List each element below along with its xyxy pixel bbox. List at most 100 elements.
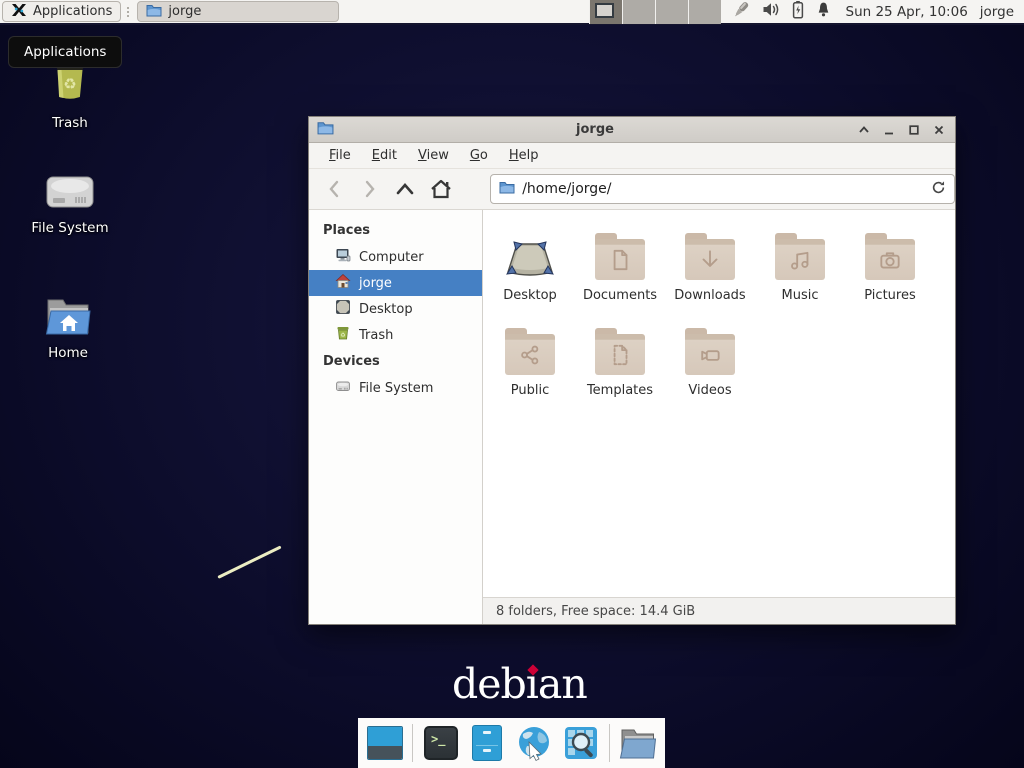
file-item-desktop[interactable]: Desktop <box>485 222 575 303</box>
workspace-window-preview <box>595 3 614 18</box>
sidebar-item-label: Desktop <box>359 302 413 317</box>
file-cabinet-icon[interactable] <box>469 724 506 762</box>
applications-menu-button[interactable]: Applications <box>2 1 121 22</box>
file-item-templates[interactable]: Templates <box>575 317 665 398</box>
desktop-icon-home[interactable]: Home <box>20 296 116 361</box>
maximize-button[interactable] <box>906 122 922 138</box>
sidebar-header-places: Places <box>309 217 482 244</box>
workspace-1[interactable] <box>589 0 622 24</box>
home-button[interactable] <box>426 175 456 203</box>
menu-go[interactable]: Go <box>464 145 494 166</box>
sidebar-item-file-system[interactable]: File System <box>309 375 482 401</box>
shade-button[interactable] <box>856 122 872 138</box>
terminal-icon[interactable]: >_ <box>422 724 459 762</box>
menu-bar: File Edit View Go Help <box>309 143 955 169</box>
show-desktop-icon[interactable] <box>366 724 403 762</box>
workspace-4[interactable] <box>688 0 721 24</box>
sidebar-item-trash[interactable]: ♻ Trash <box>309 322 482 348</box>
app-finder-icon[interactable] <box>562 724 600 762</box>
bottom-dock: >_ <box>358 718 665 768</box>
menu-view[interactable]: View <box>412 145 455 166</box>
sidebar-item-computer[interactable]: Computer <box>309 244 482 270</box>
templates-folder-icon <box>595 317 645 375</box>
path-bar[interactable]: /home/jorge/ <box>490 174 955 204</box>
back-button[interactable] <box>319 175 349 203</box>
panel-drag-handle[interactable] <box>125 3 131 21</box>
toolbar: /home/jorge/ <box>309 169 955 210</box>
panel-user-label[interactable]: jorge <box>974 4 1024 20</box>
path-input[interactable]: /home/jorge/ <box>522 181 924 197</box>
downloads-folder-icon <box>685 222 735 280</box>
menu-edit[interactable]: Edit <box>366 145 403 166</box>
panel-clock[interactable]: Sun 25 Apr, 10:06 <box>840 4 974 20</box>
sidebar-item-label: jorge <box>359 276 392 291</box>
desktop-icon-trash[interactable]: ♻ Trash <box>22 58 118 131</box>
file-item-label: Music <box>782 288 819 303</box>
sidebar-header-devices: Devices <box>309 348 482 375</box>
status-bar: 8 folders, Free space: 14.4 GiB <box>483 597 955 624</box>
debian-logo-text: deb <box>452 660 526 708</box>
file-item-documents[interactable]: Documents <box>575 222 665 303</box>
workspace-2[interactable] <box>622 0 655 24</box>
desktop-icon-label: Home <box>48 345 88 361</box>
taskbar-window-button[interactable]: jorge <box>137 1 339 22</box>
svg-text:♻: ♻ <box>63 75 76 93</box>
window-titlebar[interactable]: jorge <box>309 117 955 143</box>
menu-file[interactable]: File <box>323 145 357 166</box>
file-item-label: Videos <box>688 383 731 398</box>
sidebar-item-desktop[interactable]: Desktop <box>309 296 482 322</box>
file-item-label: Desktop <box>503 288 557 303</box>
menu-help[interactable]: Help <box>503 145 545 166</box>
music-folder-icon <box>775 222 825 280</box>
file-item-videos[interactable]: Videos <box>665 317 755 398</box>
system-tray <box>721 0 840 24</box>
pictures-folder-icon <box>865 222 915 280</box>
stylus-icon[interactable] <box>731 0 752 24</box>
top-panel: Applications jorge <box>0 0 1024 25</box>
dock-separator <box>412 724 413 762</box>
desktop-icon-file-system[interactable]: File System <box>22 174 118 236</box>
svg-text:♻: ♻ <box>340 332 345 339</box>
file-item-music[interactable]: Music <box>755 222 845 303</box>
dock-separator <box>609 724 610 762</box>
reload-icon[interactable] <box>931 180 946 199</box>
desktop-place-icon <box>335 299 351 319</box>
documents-folder-icon <box>595 222 645 280</box>
file-manager-window: jorge File Edit View Go Help <box>308 116 956 625</box>
trash-icon: ♻ <box>335 325 351 345</box>
workspace-3[interactable] <box>655 0 688 24</box>
minimize-button[interactable] <box>881 122 897 138</box>
taskbar-window-label: jorge <box>168 4 201 19</box>
debian-logo: debıan <box>452 660 587 708</box>
forward-button[interactable] <box>355 175 385 203</box>
battery-icon[interactable] <box>791 0 805 23</box>
file-item-pictures[interactable]: Pictures <box>845 222 935 303</box>
applications-tooltip: Applications <box>8 36 122 68</box>
desktop-folder-icon <box>504 222 556 280</box>
up-button[interactable] <box>391 175 421 203</box>
file-item-label: Public <box>511 383 549 398</box>
file-item-label: Templates <box>587 383 653 398</box>
file-view[interactable]: Desktop Documents <box>483 210 955 624</box>
home-folder-icon <box>44 296 92 340</box>
file-item-public[interactable]: Public <box>485 317 575 398</box>
file-item-label: Pictures <box>864 288 915 303</box>
sidebar-item-label: Computer <box>359 250 424 265</box>
drive-icon <box>335 378 351 398</box>
desktop: Applications jorge <box>0 0 1024 768</box>
directory-menu-icon[interactable] <box>619 724 657 762</box>
file-item-downloads[interactable]: Downloads <box>665 222 755 303</box>
close-button[interactable] <box>931 122 947 138</box>
web-browser-icon[interactable] <box>515 724 553 762</box>
window-folder-icon <box>317 120 334 139</box>
bell-icon[interactable] <box>815 1 832 23</box>
user-home-icon <box>335 273 351 293</box>
sidebar: Places Computer jorge <box>309 210 483 624</box>
sidebar-item-label: File System <box>359 381 433 396</box>
path-folder-icon <box>499 180 515 198</box>
volume-icon[interactable] <box>762 1 781 22</box>
xfce-logo-icon <box>11 2 27 22</box>
public-folder-icon <box>505 317 555 375</box>
sidebar-item-jorge[interactable]: jorge <box>309 270 482 296</box>
workspace-switcher <box>589 0 721 24</box>
